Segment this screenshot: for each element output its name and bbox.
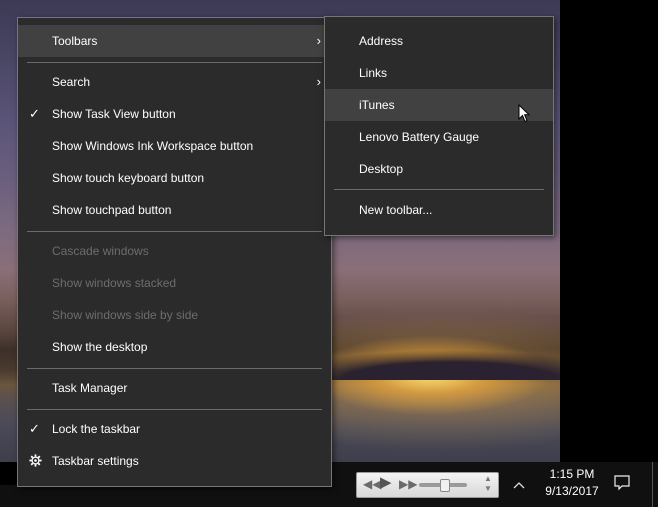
menu-item-taskbar-settings[interactable]: Taskbar settings xyxy=(18,445,331,477)
taskbar-context-menu: Toolbars › Search › ✓ Show Task View but… xyxy=(17,17,332,487)
submenu-item-desktop-label: Desktop xyxy=(359,162,404,176)
menu-item-show-task-view[interactable]: ✓ Show Task View button xyxy=(18,98,331,130)
menu-item-cascade-windows-label: Cascade windows xyxy=(52,244,149,258)
menu-item-lock-taskbar-label: Lock the taskbar xyxy=(52,422,141,436)
submenu-item-links[interactable]: Links xyxy=(325,57,553,89)
menu-item-show-windows-stacked: Show windows stacked xyxy=(18,267,331,299)
action-center-icon[interactable] xyxy=(612,472,634,494)
menu-item-search-label: Search xyxy=(52,75,91,89)
play-icon[interactable]: ▶ xyxy=(380,475,392,490)
menu-separator xyxy=(27,62,322,63)
submenu-item-lenovo-battery-gauge[interactable]: Lenovo Battery Gauge xyxy=(325,121,553,153)
menu-separator xyxy=(27,409,322,410)
desktop-black-area xyxy=(560,0,658,445)
menu-item-show-touchpad-label: Show touchpad button xyxy=(52,203,172,217)
submenu-item-new-toolbar[interactable]: New toolbar... xyxy=(325,194,553,226)
menu-item-show-ink-workspace[interactable]: Show Windows Ink Workspace button xyxy=(18,130,331,162)
menu-item-show-desktop-label: Show the desktop xyxy=(52,340,148,354)
menu-item-task-manager-label: Task Manager xyxy=(52,381,128,395)
menu-separator xyxy=(334,189,544,190)
menu-item-show-windows-side-by-side: Show windows side by side xyxy=(18,299,331,331)
mini-player-expand-icon[interactable]: ▲ ▼ xyxy=(484,474,492,494)
clock-time: 1:15 PM xyxy=(549,467,595,481)
menu-separator xyxy=(27,368,322,369)
submenu-item-links-label: Links xyxy=(359,66,388,80)
toolbars-submenu: Address Links iTunes Lenovo Battery Gaug… xyxy=(324,16,554,236)
menu-item-toolbars-label: Toolbars xyxy=(52,34,98,48)
submenu-item-desktop[interactable]: Desktop xyxy=(325,153,553,185)
chevron-up-icon[interactable] xyxy=(509,472,529,496)
menu-item-taskbar-settings-label: Taskbar settings xyxy=(52,454,139,468)
submenu-item-address-label: Address xyxy=(359,34,404,48)
check-icon: ✓ xyxy=(29,106,40,121)
gear-icon-glyph xyxy=(29,454,42,467)
menu-item-cascade-windows: Cascade windows xyxy=(18,235,331,267)
menu-item-show-touchpad[interactable]: Show touchpad button xyxy=(18,194,331,226)
action-center-icon-glyph xyxy=(614,475,630,491)
chevron-right-icon: › xyxy=(316,33,321,48)
menu-item-show-windows-side-by-side-label: Show windows side by side xyxy=(52,308,199,322)
menu-item-show-desktop[interactable]: Show the desktop xyxy=(18,331,331,363)
menu-item-toolbars[interactable]: Toolbars › xyxy=(18,25,331,57)
menu-separator xyxy=(27,231,322,232)
taskbar-left xyxy=(0,485,330,507)
clock-date: 9/13/2017 xyxy=(545,484,599,498)
volume-slider-thumb[interactable] xyxy=(440,479,450,492)
submenu-item-lenovo-battery-gauge-label: Lenovo Battery Gauge xyxy=(359,130,480,144)
mouse-cursor-icon xyxy=(518,104,530,123)
menu-item-lock-taskbar[interactable]: ✓ Lock the taskbar xyxy=(18,413,331,445)
menu-item-show-ink-workspace-label: Show Windows Ink Workspace button xyxy=(52,139,254,153)
submenu-item-address[interactable]: Address xyxy=(325,25,553,57)
next-track-icon[interactable]: ▶▶ xyxy=(399,477,417,491)
wallpaper-hills xyxy=(330,340,560,380)
submenu-item-itunes-label: iTunes xyxy=(359,98,395,112)
chevron-right-icon: › xyxy=(316,74,321,89)
submenu-item-new-toolbar-label: New toolbar... xyxy=(359,203,433,217)
previous-track-icon[interactable]: ◀◀ xyxy=(363,477,381,491)
menu-item-show-touch-keyboard-label: Show touch keyboard button xyxy=(52,171,205,185)
menu-item-show-touch-keyboard[interactable]: Show touch keyboard button xyxy=(18,162,331,194)
menu-item-search[interactable]: Search › xyxy=(18,66,331,98)
chevron-up-icon-glyph xyxy=(513,482,525,489)
gear-icon xyxy=(29,445,42,477)
taskbar-clock[interactable]: 1:15 PM 9/13/2017 xyxy=(538,466,606,500)
menu-item-show-task-view-label: Show Task View button xyxy=(52,107,176,121)
menu-item-task-manager[interactable]: Task Manager xyxy=(18,372,331,404)
show-desktop-button[interactable] xyxy=(652,462,658,507)
menu-item-show-windows-stacked-label: Show windows stacked xyxy=(52,276,177,290)
itunes-mini-player: ◀◀ ▶ ▶▶ ▲ ▼ xyxy=(356,472,499,498)
check-icon: ✓ xyxy=(29,421,40,436)
